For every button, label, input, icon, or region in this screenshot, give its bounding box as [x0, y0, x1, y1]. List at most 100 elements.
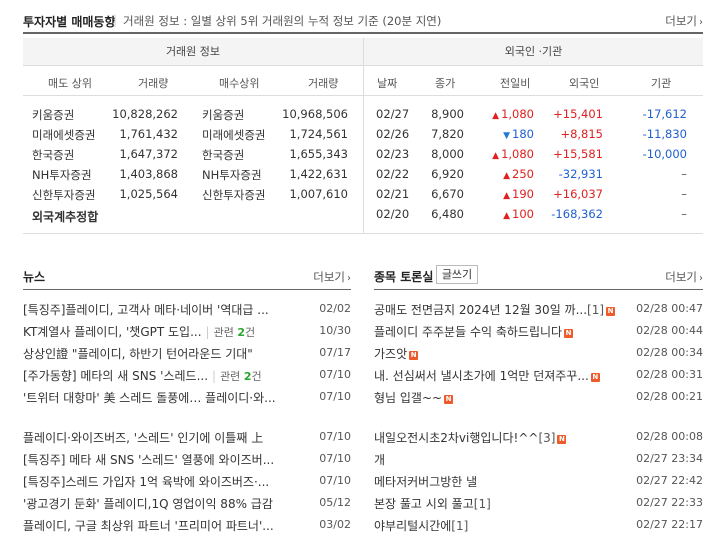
news-date: 07/10 — [319, 430, 351, 443]
news-headline[interactable]: [특징주]스레드 가입자 1억 육박에 와이즈버즈·... — [23, 473, 318, 490]
foreign-total-label: 외국계추정합 — [32, 210, 99, 224]
institution-net: – — [681, 207, 687, 221]
post-title-text: 내일오전시초2차vi행입니다!^^ — [374, 431, 539, 445]
post-title[interactable]: 내일오전시초2차vi행입니다!^^[3] N — [374, 429, 636, 446]
sell-volume: 1,647,372 — [119, 147, 178, 161]
post-title[interactable]: 내. 선심써서 낼시초가에 1억만 던져주꾸... N — [374, 367, 636, 384]
new-badge-icon: N — [606, 307, 616, 316]
triangle-up-icon: ▲ — [503, 171, 511, 181]
triangle-up-icon: ▲ — [503, 191, 511, 201]
col-date: 날짜 — [377, 77, 398, 90]
more-link-news[interactable]: 더보기 › — [313, 269, 351, 285]
write-post-button[interactable]: 글쓰기 — [436, 265, 478, 284]
news-headline[interactable]: 플레이디, 구글 최상위 파트너 '프리미어 파트너'... — [23, 517, 318, 534]
related-label: 관련 — [213, 326, 234, 339]
post-title[interactable]: 가즈앗 N — [374, 345, 636, 362]
news-headline[interactable]: [특징주]플레이디, 고객사 메타·네이버 '역대급 ... — [23, 301, 318, 318]
investor-row: 02/27 8,900 ▲ 1,080 +15,401 -17,612 — [364, 107, 703, 127]
board-post[interactable]: 메타저커버그방한 낼 02/27 22:42 — [374, 473, 703, 493]
more-link-board[interactable]: 더보기 › — [665, 269, 703, 285]
investor-column-headers: 날짜 종가 전일비 외국인 기관 — [364, 66, 703, 96]
col-institution: 기관 — [651, 77, 672, 90]
news-date: 05/12 — [319, 496, 351, 509]
board-post[interactable]: 형님 입갤~~ N 02/28 00:21 — [374, 389, 703, 409]
news-headline[interactable]: '광고경기 둔화' 플레이디,1Q 영업이익 88% 급감 — [23, 495, 318, 512]
close-price: 6,480 — [431, 207, 464, 221]
col-foreign: 외국인 — [569, 77, 600, 90]
board-post[interactable]: 본장 풀고 시외 풀고[1] 02/27 22:33 — [374, 495, 703, 515]
news-date: 07/10 — [319, 368, 351, 381]
post-title[interactable]: 본장 풀고 시외 풀고[1] — [374, 495, 636, 512]
broker-row: 한국증권 1,647,372 한국증권 1,655,343 — [23, 147, 363, 167]
sell-broker: NH투자증권 — [32, 168, 92, 182]
triangle-up-icon: ▲ — [492, 111, 500, 121]
post-title[interactable]: 플레이디 주주분들 수익 축하드립니다 N — [374, 323, 636, 340]
news-item[interactable]: 상상인證 "플레이디, 하반기 턴어라운드 기대" 07/17 — [23, 345, 351, 365]
board-post[interactable]: 가즈앗 N 02/28 00:34 — [374, 345, 703, 365]
new-badge-icon: N — [590, 373, 600, 382]
news-item[interactable]: '광고경기 둔화' 플레이디,1Q 영업이익 88% 급감 05/12 — [23, 495, 351, 515]
news-headline[interactable]: '트위터 대항마' 美 스레드 돌풍에… 플레이디·와... — [23, 389, 318, 406]
news-item[interactable]: [특징주]플레이디, 고객사 메타·네이버 '역대급 ... 02/02 — [23, 301, 351, 321]
board-post[interactable]: 플레이디 주주분들 수익 축하드립니다 N 02/28 00:44 — [374, 323, 703, 343]
related-unit: 건 — [245, 326, 256, 339]
price-change: ▲ 190 — [503, 187, 534, 201]
post-title[interactable]: 개 — [374, 451, 636, 468]
news-date: 07/10 — [319, 390, 351, 403]
post-title-text: 플레이디 주주분들 수익 축하드립니다 — [374, 325, 563, 339]
foreign-net: +8,815 — [560, 127, 603, 141]
news-item[interactable]: [특징주]스레드 가입자 1억 육박에 와이즈버즈·... 07/10 — [23, 473, 351, 493]
news-headline[interactable]: 상상인證 "플레이디, 하반기 턴어라운드 기대" — [23, 345, 318, 362]
news-item[interactable]: 플레이디, 구글 최상위 파트너 '프리미어 파트너'... 03/02 — [23, 517, 351, 537]
buy-broker: 신한투자증권 — [202, 188, 266, 202]
price-change-value: 1,080 — [501, 147, 534, 161]
news-headline[interactable]: KT계열사 플레이디, '챗GPT 도입... | 관련 2건 — [23, 323, 318, 340]
sell-broker: 한국증권 — [32, 148, 75, 162]
buy-volume: 10,968,506 — [282, 107, 348, 121]
news-headline[interactable]: 플레이디·와이즈버즈, '스레드' 인기에 이틀째 上 — [23, 429, 318, 446]
news-headline[interactable]: [주가동향] 메타의 새 SNS '스레드... | 관련 2건 — [23, 367, 318, 384]
news-headline-text: '트위터 대항마' 美 스레드 돌풍에… 플레이디·와... — [23, 391, 276, 405]
post-title[interactable]: 공매도 전면금지 2024년 12월 30일 까...[1] N — [374, 301, 636, 318]
news-item[interactable]: [주가동향] 메타의 새 SNS '스레드... | 관련 2건 07/10 — [23, 367, 351, 387]
news-item[interactable]: '트위터 대항마' 美 스레드 돌풍에… 플레이디·와... 07/10 — [23, 389, 351, 409]
board-title: 종목 토론실 — [374, 270, 434, 284]
more-link-investor[interactable]: 더보기 › — [665, 13, 703, 29]
new-badge-icon: N — [444, 395, 454, 404]
news-item[interactable]: KT계열사 플레이디, '챗GPT 도입... | 관련 2건 10/30 — [23, 323, 351, 343]
board-post[interactable]: 내일오전시초2차vi행입니다!^^[3] N 02/28 00:08 — [374, 429, 703, 449]
related-news-link[interactable]: 관련 2건 — [214, 326, 256, 339]
sell-volume: 1,025,564 — [119, 187, 178, 201]
board-post[interactable]: 내. 선심써서 낼시초가에 1억만 던져주꾸... N 02/28 00:31 — [374, 367, 703, 387]
news-item[interactable]: 플레이디·와이즈버즈, '스레드' 인기에 이틀째 上 07/10 — [23, 429, 351, 449]
news-date: 07/10 — [319, 474, 351, 487]
sell-broker: 신한투자증권 — [32, 188, 96, 202]
close-price: 7,820 — [431, 127, 464, 141]
post-title[interactable]: 메타저커버그방한 낼 — [374, 473, 636, 490]
close-price: 8,900 — [431, 107, 464, 121]
board-post[interactable]: 개 02/27 23:34 — [374, 451, 703, 471]
investor-row: 02/23 8,000 ▲ 1,080 +15,581 -10,000 — [364, 147, 703, 167]
investor-row: 02/22 6,920 ▲ 250 -32,931 – — [364, 167, 703, 187]
price-change: ▲ 1,080 — [492, 147, 534, 161]
comment-count: [3] — [538, 431, 556, 445]
news-headline-text: [특징주]스레드 가입자 1억 육박에 와이즈버즈·... — [23, 475, 270, 489]
close-price: 8,000 — [431, 147, 464, 161]
news-date: 02/02 — [319, 302, 351, 315]
news-date: 07/17 — [319, 346, 351, 359]
related-news-link[interactable]: 관련 2건 — [220, 370, 262, 383]
institution-net: -11,830 — [642, 127, 687, 141]
foreign-net: -32,931 — [558, 167, 603, 181]
post-datetime: 02/28 00:47 — [636, 302, 703, 315]
trade-date: 02/27 — [376, 107, 410, 121]
institution-net: -17,612 — [642, 107, 687, 121]
post-title[interactable]: 야부리털시간에[1] — [374, 517, 636, 534]
news-headline[interactable]: [특징주] 메타 새 SNS '스레드' 열풍에 와이즈버... — [23, 451, 318, 468]
news-date: 03/02 — [319, 518, 351, 531]
board-post[interactable]: 야부리털시간에[1] 02/27 22:17 — [374, 517, 703, 537]
board-post[interactable]: 공매도 전면금지 2024년 12월 30일 까...[1] N 02/28 00:… — [374, 301, 703, 321]
buy-broker: 미래에셋증권 — [202, 128, 266, 142]
news-item[interactable]: [특징주] 메타 새 SNS '스레드' 열풍에 와이즈버... 07/10 — [23, 451, 351, 471]
post-title[interactable]: 형님 입갤~~ N — [374, 389, 636, 406]
post-datetime: 02/27 22:33 — [636, 496, 703, 509]
